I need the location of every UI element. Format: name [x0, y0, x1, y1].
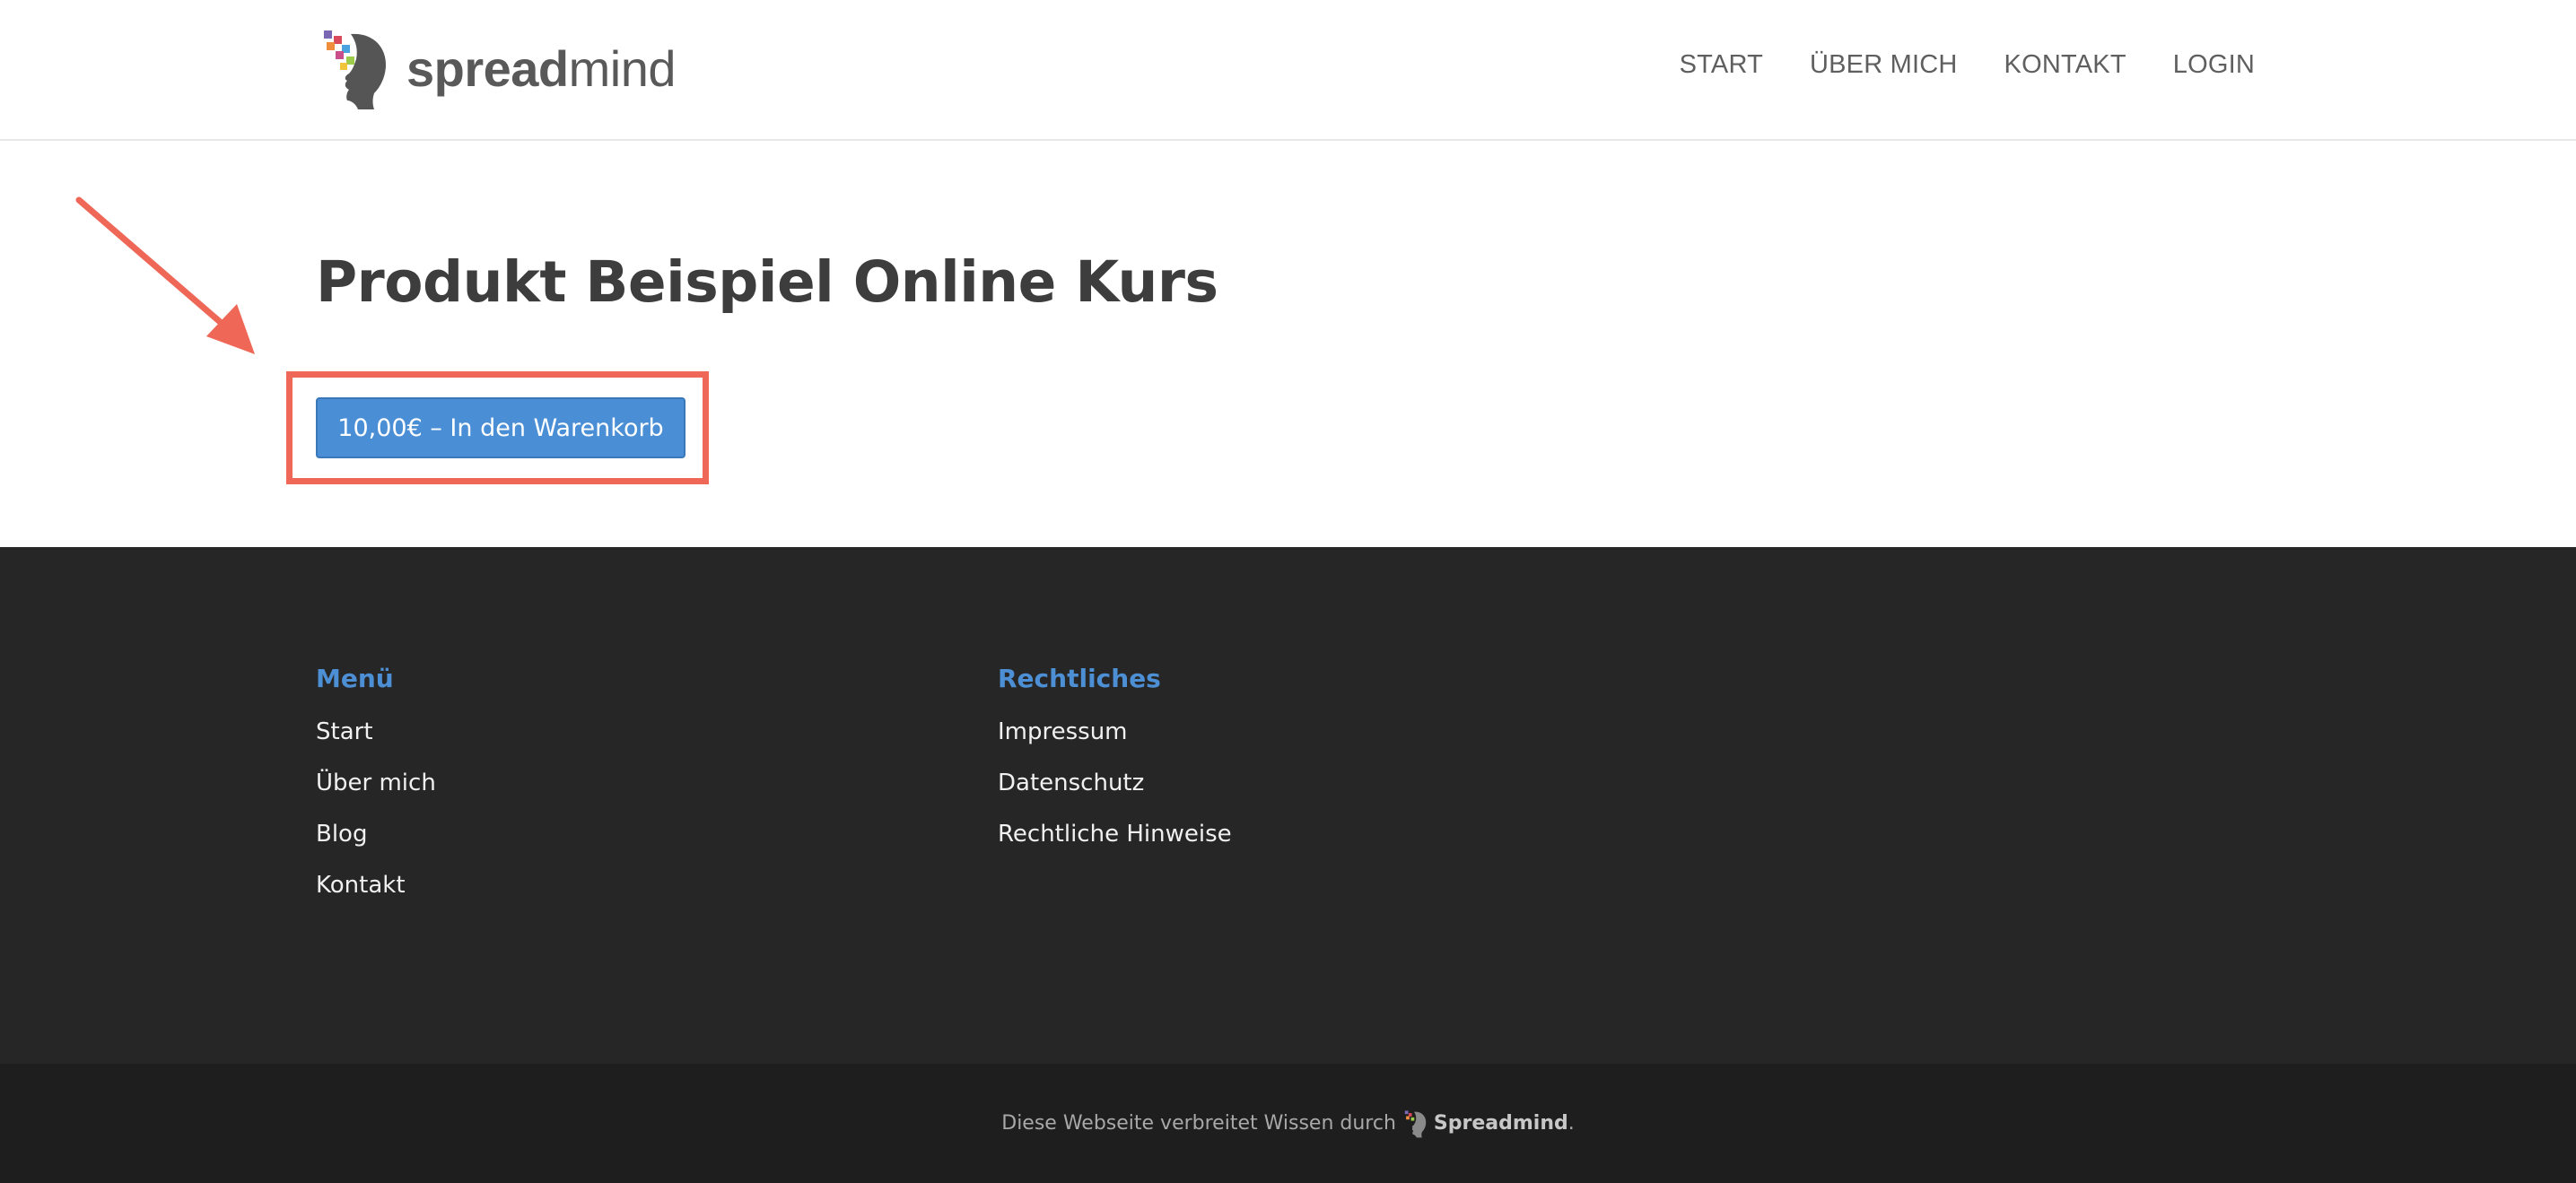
- logo-text-strong: spread: [406, 40, 569, 97]
- site-logo[interactable]: spreadmind: [320, 27, 677, 111]
- footer-legal-list: Impressum Datenschutz Rechtliche Hinweis…: [998, 707, 1232, 860]
- nav-login[interactable]: LOGIN: [2173, 50, 2255, 80]
- spreadmind-mini-logo-icon: [1404, 1109, 1427, 1137]
- footer-link-blog[interactable]: Blog: [316, 821, 367, 848]
- footer-menu-heading: Menü: [316, 664, 394, 693]
- arrow-annotation-icon: [75, 196, 255, 354]
- footer-link-impressum[interactable]: Impressum: [998, 718, 1128, 745]
- page-title: Produkt Beispiel Online Kurs: [316, 249, 1218, 315]
- main-nav: START ÜBER MICH KONTAKT LOGIN: [1680, 50, 2255, 80]
- list-item: Über mich: [316, 758, 436, 809]
- footer-link-kontakt[interactable]: Kontakt: [316, 872, 406, 899]
- footer-link-start[interactable]: Start: [316, 718, 373, 745]
- footer-link-rechtliche-hinweise[interactable]: Rechtliche Hinweise: [998, 821, 1232, 848]
- credit-text: Diese Webseite verbreitet Wissen durch: [1001, 1112, 1396, 1135]
- list-item: Blog: [316, 809, 436, 860]
- footer-credit-bar: Diese Webseite verbreitet Wissen durch S…: [0, 1064, 2576, 1183]
- footer-legal-column: Rechtliches Impressum Datenschutz Rechtl…: [998, 664, 1232, 860]
- footer-legal-heading: Rechtliches: [998, 664, 1161, 693]
- footer-link-ueber-mich[interactable]: Über mich: [316, 770, 436, 796]
- list-item: Start: [316, 707, 436, 758]
- spreadmind-head-logo-icon: [324, 30, 387, 109]
- credit-brand-link[interactable]: Spreadmind: [1434, 1112, 1568, 1135]
- site-header: spreadmind START ÜBER MICH KONTAKT LOGIN: [0, 0, 2576, 141]
- list-item: Impressum: [998, 707, 1232, 758]
- footer-menu-list: Start Über mich Blog Kontakt: [316, 707, 436, 911]
- list-item: Rechtliche Hinweise: [998, 809, 1232, 860]
- credit-suffix: .: [1567, 1112, 1575, 1135]
- nav-ueber-mich[interactable]: ÜBER MICH: [1810, 50, 1958, 80]
- list-item: Kontakt: [316, 860, 436, 911]
- list-item: Datenschutz: [998, 758, 1232, 809]
- nav-start[interactable]: START: [1680, 50, 1763, 80]
- logo-text-light: mind: [568, 40, 677, 97]
- footer-menu-column: Menü Start Über mich Blog Kontakt: [316, 664, 436, 911]
- site-footer: Menü Start Über mich Blog Kontakt Rechtl…: [0, 547, 2576, 1064]
- footer-link-datenschutz[interactable]: Datenschutz: [998, 770, 1144, 796]
- add-to-cart-button[interactable]: 10,00€ – In den Warenkorb: [316, 397, 685, 458]
- logo-wordmark: spreadmind: [406, 44, 677, 94]
- nav-kontakt[interactable]: KONTAKT: [2004, 50, 2126, 80]
